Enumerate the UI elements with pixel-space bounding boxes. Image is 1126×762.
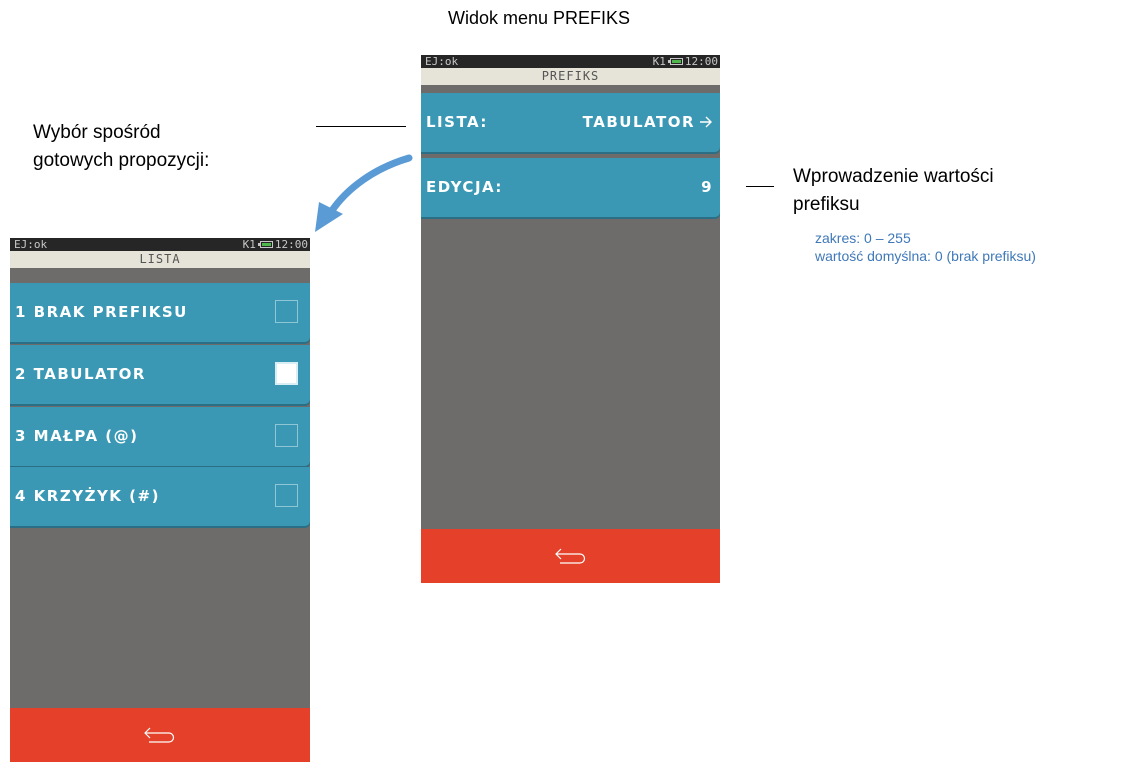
back-button[interactable]	[421, 529, 720, 583]
option-label: 4 KRZYŻYK (#)	[15, 487, 160, 505]
caption-list-line2: gotowych propozycji:	[33, 150, 210, 171]
ej-status: EJ:ok	[14, 238, 48, 251]
list-option-krzyzyk[interactable]: 4 KRZYŻYK (#)	[10, 467, 310, 526]
edycja-value: 9	[701, 178, 713, 196]
menu-item-edycja[interactable]: EDYCJA: 9	[421, 158, 720, 217]
list-option-brak-prefiksu[interactable]: 1 BRAK PREFIKSU	[10, 283, 310, 342]
menu-item-value: TABULATOR	[583, 113, 713, 131]
caption-range: zakres: 0 – 255	[815, 230, 911, 246]
menu-item-label: LISTA:	[426, 113, 488, 131]
menu-item-lista[interactable]: LISTA: TABULATOR	[421, 93, 720, 152]
caption-range-info: zakres: 0 – 255 wartość domyślna: 0 (bra…	[815, 229, 1036, 265]
status-bar: EJ:ok K1 12:00	[10, 238, 310, 251]
back-button[interactable]	[10, 708, 310, 762]
cashier-indicator: K1	[652, 55, 666, 68]
option-label: 3 MAŁPA (@)	[15, 427, 139, 445]
return-arrow-icon	[554, 548, 585, 564]
caption-list-line1: Wybór spośród	[33, 122, 161, 143]
return-arrow-icon	[144, 727, 175, 743]
status-right: K1 12:00	[243, 238, 308, 251]
status-right: K1 12:00	[653, 55, 718, 68]
arrow-right-icon	[700, 116, 712, 128]
checkbox-unchecked[interactable]	[275, 424, 298, 447]
option-label: 1 BRAK PREFIKSU	[15, 303, 188, 321]
battery-icon	[257, 241, 273, 248]
caption-title: Widok menu PREFIKS	[448, 8, 631, 28]
screen-title: LISTA	[10, 251, 310, 268]
curved-arrow-icon	[315, 154, 413, 232]
caption-default: wartość domyślna: 0 (brak prefiksu)	[815, 248, 1036, 264]
screen-title: PREFIKS	[421, 68, 720, 85]
prefiks-screen: EJ:ok K1 12:00 PREFIKS LISTA: TABULATOR …	[421, 55, 720, 583]
caption-edit-value: Wprowadzenie wartości prefiksu	[793, 163, 994, 219]
option-label: 2 TABULATOR	[15, 365, 146, 383]
menu-item-label: EDYCJA:	[426, 178, 503, 196]
clock: 12:00	[684, 55, 718, 68]
list-option-malpa[interactable]: 3 MAŁPA (@)	[10, 407, 310, 466]
checkbox-unchecked[interactable]	[275, 484, 298, 507]
lista-value: TABULATOR	[582, 113, 695, 131]
caption-edit-line2: prefiksu	[793, 194, 860, 215]
battery-icon	[667, 58, 683, 65]
list-option-tabulator[interactable]: 2 TABULATOR	[10, 345, 310, 404]
cashier-indicator: K1	[242, 238, 256, 251]
caption-list-choice: Wybór spośród gotowych propozycji:	[33, 119, 209, 175]
caption-edit-line1: Wprowadzenie wartości	[793, 166, 994, 187]
checkbox-unchecked[interactable]	[275, 300, 298, 323]
checkbox-checked[interactable]	[275, 362, 298, 385]
connector-line-left	[316, 126, 406, 127]
connector-line-right	[746, 186, 774, 187]
lista-screen: EJ:ok K1 12:00 LISTA 1 BRAK PREFIKSU 2 T…	[10, 238, 310, 762]
clock: 12:00	[274, 238, 308, 251]
status-bar: EJ:ok K1 12:00	[421, 55, 720, 68]
ej-status: EJ:ok	[425, 55, 459, 68]
